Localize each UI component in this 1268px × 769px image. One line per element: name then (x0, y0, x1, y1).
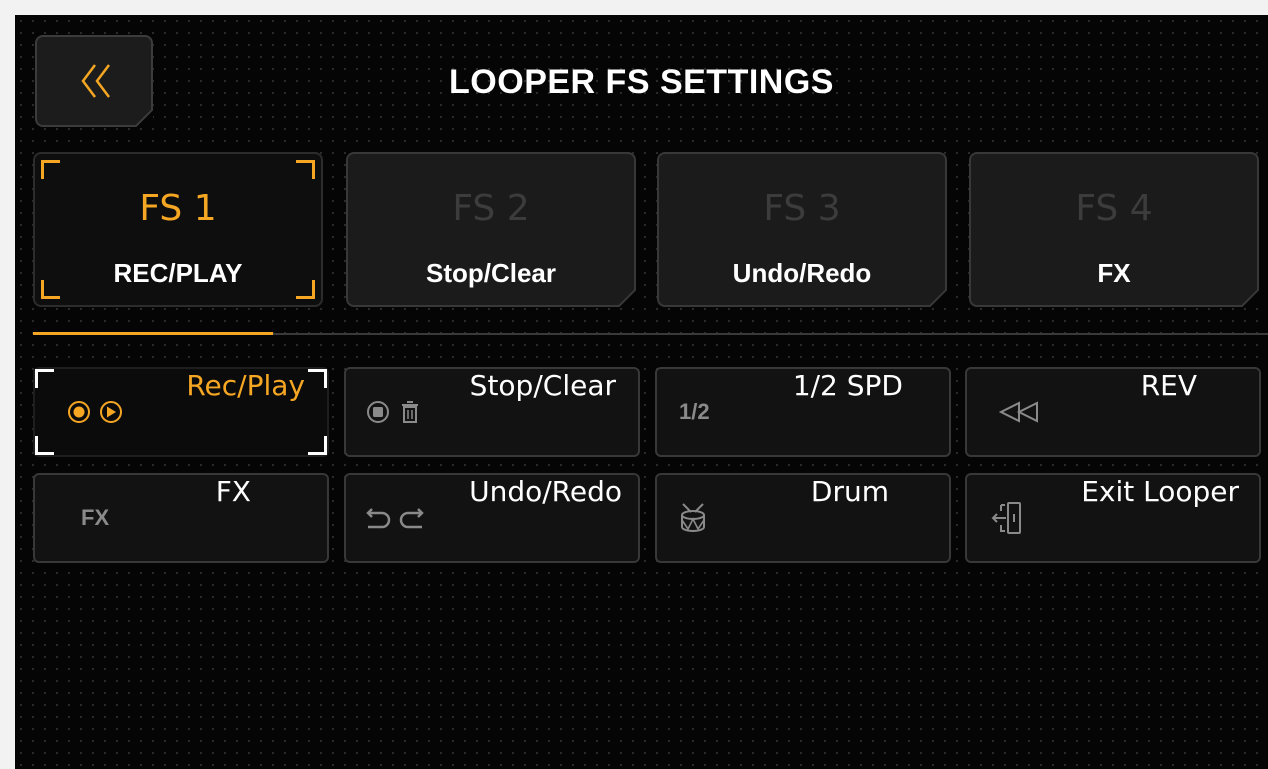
function-label: Drum (810, 475, 889, 508)
fs-number: FS 2 (452, 188, 530, 229)
fs-number: FS 4 (1075, 188, 1153, 229)
fs-function: Undo/Redo (732, 258, 872, 288)
drum-icon (677, 475, 709, 561)
function-label: Exit Looper (1081, 475, 1239, 508)
function-label: Rec/Play (186, 369, 305, 402)
function-label: 1/2 SPD (792, 369, 903, 402)
selection-corner (296, 160, 315, 179)
function-half-speed[interactable]: 1/2 1/2 SPD (655, 367, 951, 457)
fs-tab-3[interactable]: FS 3 Undo/Redo (657, 152, 947, 307)
fs-tab-4[interactable]: FS 4 FX (969, 152, 1259, 307)
fs-tab-1[interactable]: FS 1 REC/PLAY (33, 152, 323, 307)
corner-fold (135, 109, 153, 127)
function-label: Stop/Clear (469, 369, 616, 402)
function-drum[interactable]: Drum (655, 473, 951, 563)
corner-fold (618, 289, 636, 307)
function-fx[interactable]: FX FX (33, 473, 329, 563)
stop-trash-icon (366, 369, 430, 455)
rewind-icon (997, 369, 1045, 455)
function-label: Undo/Redo (469, 475, 622, 508)
selection-corner (41, 160, 60, 179)
looper-fs-settings-screen: LOOPER FS SETTINGS FS 1 REC/PLAY FS 2 St… (15, 15, 1268, 769)
half-speed-icon: 1/2 (679, 399, 710, 424)
fs-function: REC/PLAY (113, 258, 243, 288)
fx-icon: FX (81, 505, 110, 530)
corner-fold (929, 289, 947, 307)
fs-number: FS 1 (139, 188, 217, 229)
function-reverse[interactable]: REV (965, 367, 1261, 457)
fs-function: FX (1097, 258, 1131, 288)
fs-function: Stop/Clear (425, 258, 557, 288)
fs-tab-2[interactable]: FS 2 Stop/Clear (346, 152, 636, 307)
function-label: FX (215, 475, 251, 508)
function-exit-looper[interactable]: Exit Looper (965, 473, 1261, 563)
undo-redo-icon (364, 475, 428, 561)
function-stop-clear[interactable]: Stop/Clear (344, 367, 640, 457)
corner-fold (1241, 289, 1259, 307)
selection-corner (308, 436, 327, 455)
record-play-icon (67, 369, 131, 455)
function-undo-redo[interactable]: Undo/Redo (344, 473, 640, 563)
selection-corner (35, 436, 54, 455)
function-rec-play[interactable]: Rec/Play (33, 367, 329, 457)
active-tab-indicator (33, 332, 273, 335)
function-label: REV (1140, 369, 1197, 402)
selection-corner (308, 369, 327, 388)
selection-corner (35, 369, 54, 388)
fs-number: FS 3 (763, 188, 841, 229)
page-title: LOOPER FS SETTINGS (449, 63, 834, 101)
exit-icon (991, 475, 1025, 561)
